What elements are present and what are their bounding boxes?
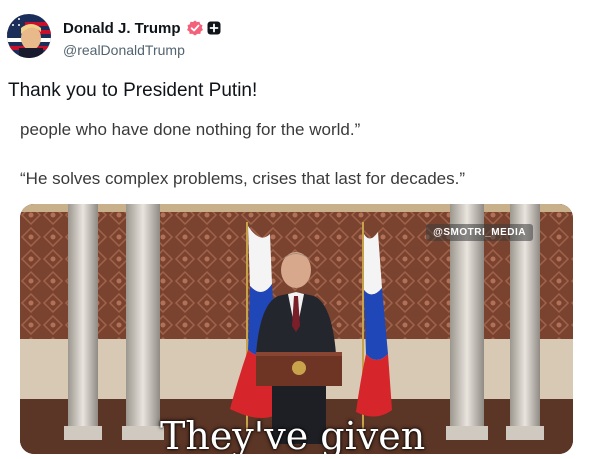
post-header: Donald J. Trump @realDonaldTrump xyxy=(7,14,221,58)
verified-badge-icon xyxy=(186,20,203,36)
avatar[interactable] xyxy=(7,14,51,58)
video-subtitle: They've given xyxy=(160,414,426,454)
display-name[interactable]: Donald J. Trump xyxy=(63,20,181,37)
post-text: Thank you to President Putin! xyxy=(8,80,258,101)
video-media[interactable]: @SMOTRI_MEDIA They've given xyxy=(20,204,573,454)
plus-square-icon xyxy=(207,21,221,35)
video-watermark: @SMOTRI_MEDIA xyxy=(426,224,533,241)
quoted-text-line-1: people who have done nothing for the wor… xyxy=(20,120,361,139)
user-handle[interactable]: @realDonaldTrump xyxy=(63,42,221,58)
quoted-text-line-2: “He solves complex problems, crises that… xyxy=(20,169,466,188)
